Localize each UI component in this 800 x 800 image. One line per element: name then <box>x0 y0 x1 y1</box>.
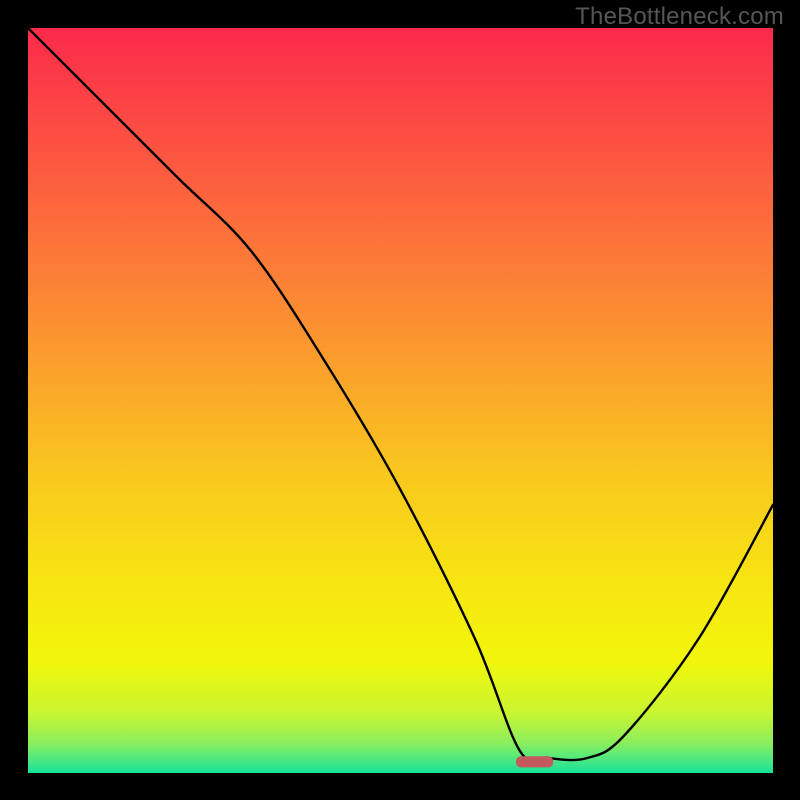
watermark-label: TheBottleneck.com <box>575 3 784 31</box>
chart-frame: TheBottleneck.com <box>0 0 800 800</box>
plot-svg <box>28 28 773 773</box>
optimal-marker <box>516 756 553 767</box>
bottleneck-plot <box>28 28 773 773</box>
